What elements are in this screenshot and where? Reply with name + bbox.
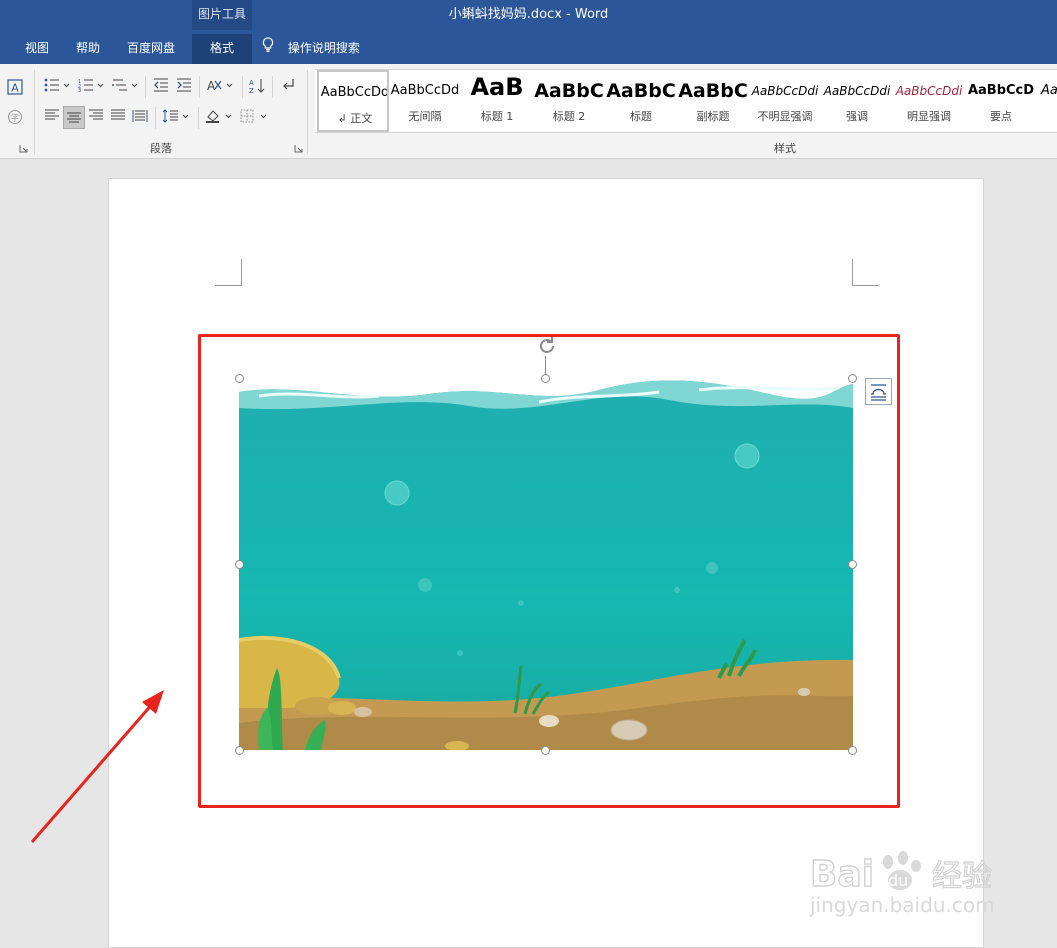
svg-text:A: A [207,79,216,92]
style-preview: Aa [1041,83,1057,98]
align-right-icon[interactable] [85,107,107,127]
tab-view[interactable]: 视图 [14,34,60,64]
tab-help[interactable]: 帮助 [66,34,110,64]
style-strong[interactable]: AaBbCcD 要点 [965,70,1037,132]
resize-handle-top-left[interactable] [235,374,244,383]
rotate-handle-icon[interactable] [535,334,559,358]
resize-handle-right[interactable] [848,560,857,569]
align-center-icon[interactable] [63,106,85,129]
separator [155,107,156,129]
style-preview: AaBbCcDdi [751,84,819,98]
justify-icon[interactable] [107,107,129,127]
style-name: 标题 2 [552,110,586,123]
bullets-icon[interactable] [42,76,72,96]
shading-icon[interactable] [203,107,235,127]
style-more[interactable]: Aa [1037,70,1057,132]
increase-indent-icon[interactable] [173,76,195,96]
svg-text:A: A [249,79,254,87]
style-name: 不明显强调 [757,110,813,123]
distributed-icon[interactable] [129,107,151,127]
layout-options-icon [871,384,886,401]
annotation-arrow-icon [26,680,176,850]
separator [199,76,200,98]
layout-options-button[interactable] [865,378,892,405]
style-name: 标题 [630,110,652,123]
tell-me-search[interactable]: 操作说明搜索 [262,34,360,64]
text-effects-icon[interactable]: A [4,77,26,97]
tab-format[interactable]: 格式 [192,34,252,64]
separator [242,76,243,98]
svg-text:字: 字 [11,113,19,123]
style-no-spacing[interactable]: AaBbCcDd 无间隔 [389,70,461,132]
style-preview: AaBbCcDd [390,83,460,98]
numbering-icon[interactable]: 123 [76,76,106,96]
font-dialog-launcher-icon[interactable] [16,142,30,156]
tell-me-label: 操作说明搜索 [287,41,360,55]
tab-baidu-netdisk[interactable]: 百度网盘 [118,34,184,64]
style-preview: AaBbCcDdi [895,84,963,98]
separator [198,107,199,129]
style-name: 副标题 [696,110,730,123]
style-preview: AaBbCcDd [320,85,389,100]
style-heading-2[interactable]: AaBbC 标题 2 [533,70,605,132]
style-subtitle[interactable]: AaBbC 副标题 [677,70,749,132]
styles-group-label: 样式 [774,142,796,155]
paragraph-group-label: 段落 [150,142,172,155]
style-subtle-emphasis[interactable]: AaBbCcDdi 不明显强调 [749,70,821,132]
style-name: 无间隔 [408,110,442,123]
margin-corner-top-right [852,259,879,286]
style-name: 强调 [846,110,868,123]
resize-handle-top-right[interactable] [848,374,857,383]
style-name: 标题 1 [480,110,514,123]
style-name: 要点 [990,110,1012,123]
style-preview: AaB [470,76,524,98]
paragraph-dialog-launcher-icon[interactable] [291,142,305,156]
resize-handle-bottom[interactable] [541,746,550,755]
group-separator [307,70,308,154]
svg-text:du: du [888,871,908,890]
separator [272,76,273,98]
align-left-icon[interactable] [41,107,63,127]
style-title[interactable]: AaBbC 标题 [605,70,677,132]
enclose-characters-icon[interactable]: 字 [4,107,26,127]
svg-text:Z: Z [249,87,254,94]
chinese-layout-icon[interactable]: A [204,76,236,96]
style-name: 明显强调 [907,110,951,123]
resize-handle-left[interactable] [235,560,244,569]
style-preview: AaBbCcDdi [823,84,891,98]
svg-text:A: A [11,82,19,95]
group-separator [34,70,35,154]
lightbulb-icon [262,35,274,63]
style-preview: AaBbC [678,80,748,102]
style-intense-emphasis[interactable]: AaBbCcDdi 明显强调 [893,70,965,132]
underwater-picture[interactable] [239,378,853,750]
svg-text:Bai: Bai [810,854,874,894]
watermark-url: jingyan.baidu.com [810,893,995,917]
borders-icon[interactable] [238,107,270,127]
margin-corner-top-left [215,259,242,286]
multilevel-list-icon[interactable] [110,76,140,96]
style-emphasis[interactable]: AaBbCcDdi 强调 [821,70,893,132]
resize-handle-bottom-right[interactable] [848,746,857,755]
line-spacing-icon[interactable] [160,107,192,127]
resize-handle-top[interactable] [541,374,550,383]
style-heading-1[interactable]: AaB 标题 1 [461,70,533,132]
resize-handle-bottom-left[interactable] [235,746,244,755]
sort-icon[interactable]: AZ [246,76,268,96]
style-preview: AaBbC [606,80,676,102]
decrease-indent-icon[interactable] [150,76,172,96]
style-preview: AaBbCcD [967,83,1035,98]
svg-text:3: 3 [78,88,81,92]
document-title: 小蝌蚪找妈妈.docx - Word [448,7,609,22]
styles-gallery: AaBbCcDd ↲ 正文 AaBbCcDd 无间隔 AaB 标题 1 AaBb… [315,69,1057,133]
style-normal[interactable]: AaBbCcDd ↲ 正文 [317,70,389,132]
style-preview: AaBbC [534,80,604,102]
svg-text:经验: 经验 [932,859,992,894]
style-name: ↲ 正文 [337,112,373,125]
separator [145,76,146,98]
show-paragraph-marks-icon[interactable] [277,76,299,96]
